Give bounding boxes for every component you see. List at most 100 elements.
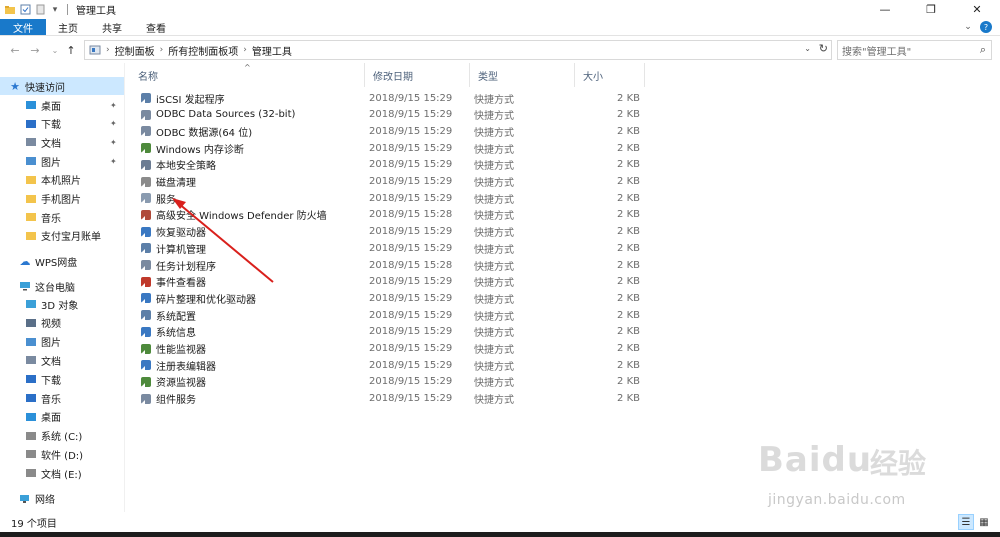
file-size: 2 KB <box>617 176 640 187</box>
properties-icon[interactable] <box>19 4 31 16</box>
nav-quick-item[interactable]: 支付宝月账单 <box>0 227 101 245</box>
maximize-button[interactable]: ❐ <box>908 0 954 19</box>
nav-quick-item[interactable]: 图片 ✦ <box>0 152 117 170</box>
file-size: 2 KB <box>617 125 640 137</box>
address-bar[interactable]: › 控制面板 › 所有控制面板项 › 管理工具 ⌄ ↻ <box>84 40 832 60</box>
large-icons-view-icon[interactable]: ▦ <box>976 514 992 530</box>
status-bar: 19 个项目 ☰ ▦ <box>0 512 1000 532</box>
breadcrumb-separator: › <box>106 45 110 55</box>
file-row[interactable]: ODBC 数据源(64 位) 2018/9/15 15:29 快捷方式 2 KB <box>130 123 650 139</box>
nav-quick-item[interactable]: 文档 ✦ <box>0 133 117 151</box>
new-folder-icon[interactable] <box>34 4 46 16</box>
breadcrumb-all-items[interactable]: 所有控制面板项 <box>168 43 238 58</box>
file-size: 2 KB <box>617 192 640 204</box>
nav-pc-item-label: 3D 对象 <box>41 300 79 312</box>
nav-quick-item[interactable]: 手机图片 <box>0 190 81 208</box>
file-name: 恢复驱动器 <box>156 228 206 240</box>
file-row[interactable]: 高级安全 Windows Defender 防火墙 2018/9/15 15:28… <box>130 207 650 223</box>
file-name-cell: 系统信息 <box>140 324 196 339</box>
file-row[interactable]: 任务计划程序 2018/9/15 15:28 快捷方式 2 KB <box>130 257 650 273</box>
customize-dropdown-icon[interactable]: ▾ <box>49 4 61 16</box>
nav-quick-item[interactable]: 下载 ✦ <box>0 115 117 133</box>
breadcrumb-control-panel[interactable]: 控制面板 <box>115 43 155 58</box>
file-size: 2 KB <box>617 292 640 304</box>
file-row[interactable]: 磁盘清理 2018/9/15 15:29 快捷方式 2 KB <box>130 174 650 190</box>
file-type: 快捷方式 <box>474 328 514 340</box>
file-row[interactable]: 碎片整理和优化驱动器 2018/9/15 15:29 快捷方式 2 KB <box>130 290 650 306</box>
details-view-icon[interactable]: ☰ <box>958 514 974 530</box>
file-row[interactable]: 资源监视器 2018/9/15 15:29 快捷方式 2 KB <box>130 374 650 390</box>
file-type: 快捷方式 <box>474 144 514 156</box>
odbc-icon <box>140 109 152 121</box>
firewall-icon <box>140 209 152 221</box>
tab-view[interactable]: 查看 <box>134 19 178 35</box>
file-row[interactable]: 组件服务 2018/9/15 15:29 快捷方式 2 KB <box>130 391 650 407</box>
nav-pc-item-label: 软件 (D:) <box>41 450 84 462</box>
pin-icon[interactable]: ✦ <box>110 138 117 147</box>
nav-quick-item[interactable]: 音乐 <box>0 208 61 226</box>
nav-quick-access[interactable]: ★ 快速访问 <box>0 77 124 95</box>
breadcrumb-separator: › <box>243 45 247 55</box>
file-row[interactable]: 计算机管理 2018/9/15 15:29 快捷方式 2 KB <box>130 240 650 256</box>
file-date: 2018/9/15 15:29 <box>369 343 453 354</box>
file-row[interactable]: 系统信息 2018/9/15 15:29 快捷方式 2 KB <box>130 324 650 340</box>
back-arrow-icon[interactable]: ← <box>6 41 24 59</box>
nav-quick-item[interactable]: 桌面 ✦ <box>0 96 117 114</box>
help-icon[interactable]: ? <box>980 21 992 33</box>
file-row[interactable]: ODBC Data Sources (32-bit) 2018/9/15 15:2… <box>130 107 650 123</box>
file-row[interactable]: 事件查看器 2018/9/15 15:29 快捷方式 2 KB <box>130 274 650 290</box>
nav-pc-item[interactable]: 图片 <box>0 333 61 351</box>
nav-quick-item-label: 手机图片 <box>41 195 81 206</box>
file-row[interactable]: 本地安全策略 2018/9/15 15:29 快捷方式 2 KB <box>130 157 650 173</box>
tab-file[interactable]: 文件 <box>0 19 46 35</box>
close-button[interactable]: ✕ <box>954 0 1000 19</box>
file-row[interactable]: 系统配置 2018/9/15 15:29 快捷方式 2 KB <box>130 307 650 323</box>
folder-app-icon[interactable] <box>4 4 16 16</box>
chevron-down-icon[interactable]: ⌄ <box>962 21 974 33</box>
forward-arrow-icon[interactable]: → <box>26 41 44 59</box>
breadcrumb-admin-tools[interactable]: 管理工具 <box>252 43 292 58</box>
refresh-icon[interactable]: ↻ <box>819 42 828 55</box>
pane-divider[interactable] <box>124 63 125 512</box>
nav-pc-item[interactable]: 系统 (C:) <box>0 427 82 445</box>
pin-icon[interactable]: ✦ <box>110 119 117 128</box>
file-size: 2 KB <box>617 209 640 221</box>
nav-network[interactable]: 网络 <box>0 489 55 507</box>
file-row[interactable]: iSCSI 发起程序 2018/9/15 15:29 快捷方式 2 KB <box>130 90 650 106</box>
file-row[interactable]: 服务 2018/9/15 15:29 快捷方式 2 KB <box>130 190 650 206</box>
tab-home[interactable]: 主页 <box>46 19 90 35</box>
nav-pc-item[interactable]: 3D 对象 <box>0 295 78 313</box>
nav-pc-item[interactable]: 文档 (E:) <box>0 464 82 482</box>
tab-share[interactable]: 共享 <box>90 19 134 35</box>
nav-pc-item[interactable]: 软件 (D:) <box>0 445 83 463</box>
nav-quick-item[interactable]: 本机照片 <box>0 171 81 189</box>
search-input[interactable]: 搜索"管理工具" ⌕ <box>837 40 992 60</box>
file-name: ODBC 数据源(64 位) <box>156 127 253 139</box>
nav-pc-item[interactable]: 下载 <box>0 370 61 388</box>
file-name: 碎片整理和优化驱动器 <box>156 294 256 306</box>
pin-icon[interactable]: ✦ <box>110 157 117 166</box>
file-row[interactable]: 性能监视器 2018/9/15 15:29 快捷方式 2 KB <box>130 341 650 357</box>
column-header-name[interactable]: 名称 ^ <box>130 63 365 87</box>
pin-icon[interactable]: ✦ <box>110 101 117 110</box>
column-header-size[interactable]: 大小 <box>575 63 645 87</box>
nav-pc-item[interactable]: 桌面 <box>0 408 61 426</box>
file-row[interactable]: 注册表编辑器 2018/9/15 15:29 快捷方式 2 KB <box>130 357 650 373</box>
nav-pc-item[interactable]: 文档 <box>0 351 61 369</box>
search-icon[interactable]: ⌕ <box>980 43 986 57</box>
address-dropdown-icon[interactable]: ⌄ <box>804 44 811 53</box>
file-name: 磁盘清理 <box>156 178 196 189</box>
nav-pc-item[interactable]: 视频 <box>0 314 61 332</box>
column-header-type[interactable]: 类型 <box>470 63 575 87</box>
up-arrow-icon[interactable]: ↑ <box>62 41 80 59</box>
column-header-date[interactable]: 修改日期 <box>365 63 470 87</box>
file-type: 快捷方式 <box>474 261 514 273</box>
nav-pc-item[interactable]: 音乐 <box>0 389 61 407</box>
file-row[interactable]: Windows 内存诊断 2018/9/15 15:29 快捷方式 2 KB <box>130 140 650 156</box>
drive-icon <box>25 448 37 460</box>
nav-this-pc[interactable]: 这台电脑 <box>0 277 75 295</box>
minimize-button[interactable]: — <box>862 0 908 19</box>
file-row[interactable]: 恢复驱动器 2018/9/15 15:29 快捷方式 2 KB <box>130 224 650 240</box>
nav-wps[interactable]: ☁ WPS网盘 <box>0 252 78 270</box>
file-name-cell: 碎片整理和优化驱动器 <box>140 291 256 306</box>
